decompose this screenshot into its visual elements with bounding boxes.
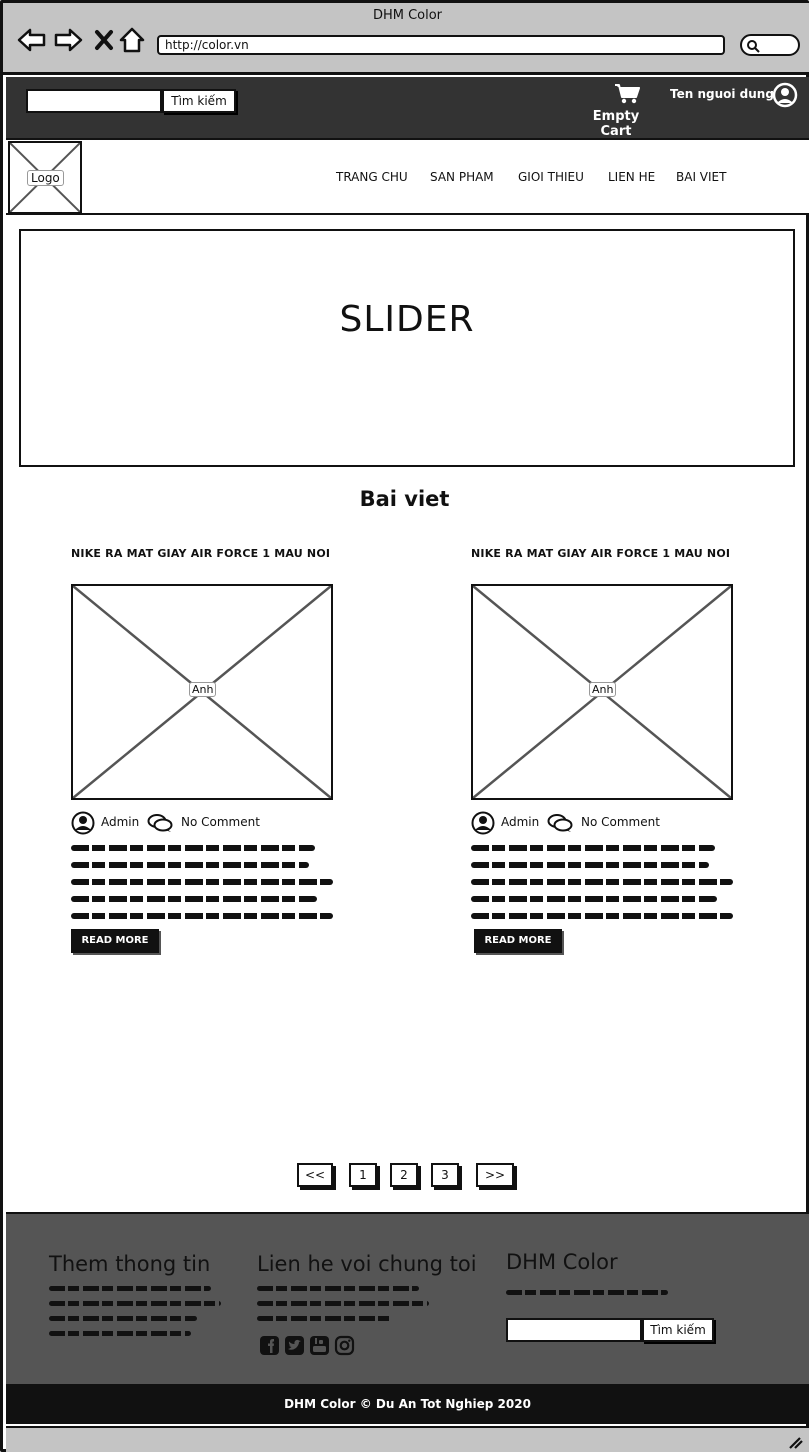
search-button[interactable]: Tìm kiếm [162, 89, 236, 113]
post-image-placeholder[interactable]: Anh [471, 584, 733, 800]
read-more-button[interactable]: READ MORE [474, 929, 562, 953]
comment-icon [147, 813, 173, 836]
forward-arrow-icon[interactable] [53, 25, 83, 55]
section-title: Bai viet [359, 487, 450, 511]
user-name[interactable]: Ten nguoi dung [670, 87, 774, 101]
image-label: Anh [589, 682, 617, 697]
browser-search-field[interactable] [740, 34, 800, 56]
post-excerpt [471, 845, 737, 930]
window-title: DHM Color [372, 8, 443, 23]
logo-placeholder[interactable]: Logo [8, 141, 82, 214]
twitter-icon[interactable] [284, 1335, 305, 1360]
cart-label[interactable]: Empty Cart [578, 109, 654, 139]
logo-label: Logo [27, 170, 64, 186]
copyright-bar: DHM Color © Du An Tot Nghiep 2020 [6, 1384, 809, 1424]
post-image-placeholder[interactable]: Anh [71, 584, 333, 800]
post-excerpt [71, 845, 337, 930]
post-comment-count[interactable]: No Comment [181, 815, 260, 829]
post-title[interactable]: NIKE RA MAT GIAY AIR FORCE 1 MAU NOI [71, 547, 341, 560]
footer-info-column: Them thong tin [49, 1252, 221, 1336]
back-arrow-icon[interactable] [17, 25, 47, 55]
footer-search-input[interactable] [506, 1318, 642, 1342]
post-card: NIKE RA MAT GIAY AIR FORCE 1 MAU NOI Anh… [71, 547, 341, 953]
stop-icon[interactable] [89, 25, 119, 55]
nav-trang-chu[interactable]: TRANG CHU [336, 170, 408, 184]
post-meta: Admin No Comment [71, 811, 341, 835]
page-1-button[interactable]: 1 [349, 1163, 377, 1187]
user-avatar-icon[interactable] [772, 82, 798, 112]
footer-search-button[interactable]: Tìm kiếm [642, 1318, 714, 1342]
author-avatar-icon [71, 811, 95, 838]
search-input[interactable] [26, 89, 162, 113]
post-comment-count[interactable]: No Comment [581, 815, 660, 829]
site-footer: Them thong tin Lien he voi chung toi DHM… [6, 1212, 809, 1384]
page-prev-button[interactable]: << [297, 1163, 333, 1187]
footer-brand-column: DHM Color [506, 1250, 668, 1295]
footer-contact-heading: Lien he voi chung toi [257, 1252, 477, 1276]
hero-slider[interactable]: SLIDER [19, 229, 795, 467]
browser-chrome: DHM Color http://color.vn [3, 3, 809, 75]
image-label: Anh [189, 682, 217, 697]
social-links [259, 1335, 355, 1360]
top-bar: Tìm kiếm Empty Cart Ten nguoi dung [6, 77, 809, 139]
comment-icon [547, 813, 573, 836]
facebook-icon[interactable] [259, 1335, 280, 1360]
pagination: << 1 2 3 >> [3, 1163, 809, 1189]
page-next-button[interactable]: >> [476, 1163, 514, 1187]
nav-lien-he[interactable]: LIEN HE [608, 170, 655, 184]
read-more-button[interactable]: READ MORE [71, 929, 159, 953]
search-icon [747, 40, 760, 53]
shopping-cart-icon[interactable] [614, 83, 640, 109]
footer-contact-column: Lien he voi chung toi [257, 1252, 477, 1321]
post-author[interactable]: Admin [101, 815, 139, 829]
address-bar[interactable]: http://color.vn [157, 35, 725, 55]
page-3-button[interactable]: 3 [431, 1163, 459, 1187]
footer-brand-heading: DHM Color [506, 1250, 618, 1274]
post-meta: Admin No Comment [471, 811, 741, 835]
page-2-button[interactable]: 2 [390, 1163, 418, 1187]
author-avatar-icon [471, 811, 495, 838]
nav-san-pham[interactable]: SAN PHAM [430, 170, 494, 184]
post-card: NIKE RA MAT GIAY AIR FORCE 1 MAU NOI Anh… [471, 547, 741, 953]
post-title[interactable]: NIKE RA MAT GIAY AIR FORCE 1 MAU NOI [471, 547, 741, 560]
nav-gioi-thieu[interactable]: GIOI THIEU [518, 170, 584, 184]
instagram-icon[interactable] [334, 1335, 355, 1360]
slider-label: SLIDER [339, 299, 475, 340]
footer-info-heading: Them thong tin [49, 1252, 211, 1276]
nav-bai-viet[interactable]: BAI VIET [676, 170, 726, 184]
site-header: Logo TRANG CHU SAN PHAM GIOI THIEU LIEN … [6, 138, 809, 215]
browser-window: DHM Color http://color.vn Tìm kiếm Empty… [0, 0, 809, 1452]
browser-status-bar [6, 1426, 809, 1452]
youtube-icon[interactable] [309, 1335, 330, 1360]
home-icon[interactable] [117, 25, 147, 55]
resize-grip-icon[interactable] [787, 1434, 803, 1452]
post-author[interactable]: Admin [501, 815, 539, 829]
